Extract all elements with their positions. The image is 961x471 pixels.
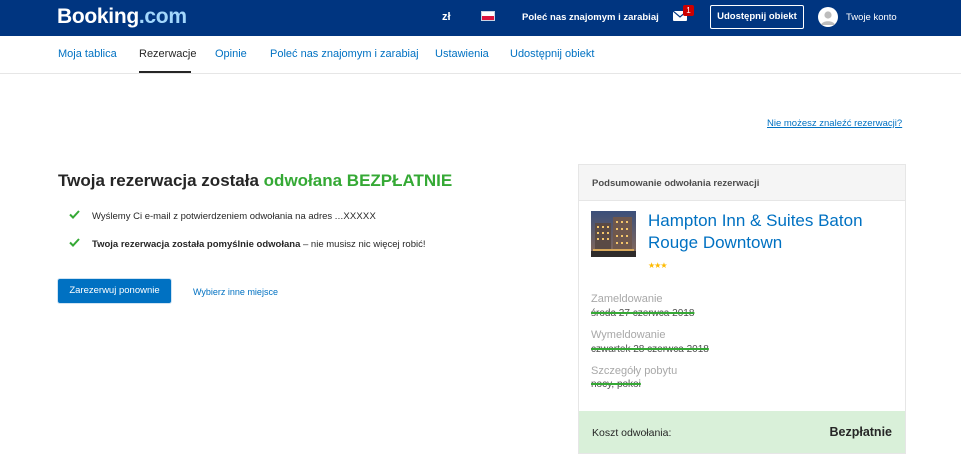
rebook-button[interactable]: Zarezerwuj ponownie bbox=[58, 279, 171, 303]
title-highlight: odwołana BEZPŁATNIE bbox=[263, 171, 453, 190]
page-title: Twoja rezerwacja została odwołana BEZPŁA… bbox=[58, 171, 452, 191]
tab-dashboard[interactable]: Moja tablica bbox=[58, 48, 117, 60]
currency-selector[interactable]: zł bbox=[442, 11, 451, 23]
checkout-label: Wymeldowanie bbox=[591, 329, 666, 341]
stay-details-value: nocy, pokoi bbox=[591, 379, 641, 390]
tab-list-property[interactable]: Udostępnij obiekt bbox=[510, 48, 594, 60]
title-prefix: Twoja rezerwacja została bbox=[58, 171, 264, 190]
fee-label: Koszt odwołania: bbox=[592, 427, 672, 439]
cancellation-summary-panel: Podsumowanie odwołania rezerwacji Hampto… bbox=[578, 164, 906, 454]
refer-friends-link[interactable]: Poleć nas znajomym i zarabiaj bbox=[522, 12, 659, 23]
panel-header: Podsumowanie odwołania rezerwacji bbox=[579, 165, 905, 201]
cancellation-fee-bar: Koszt odwołania: Bezpłatnie bbox=[579, 411, 905, 453]
stay-details-label: Szczegóły pobytu bbox=[591, 365, 678, 377]
tab-refer[interactable]: Poleć nas znajomym i zarabiaj bbox=[270, 48, 419, 60]
hotel-name-link[interactable]: Hampton Inn & Suites Baton Rouge Downtow… bbox=[648, 210, 898, 254]
account-nav: Moja tablica Rezerwacje Opinie Poleć nas… bbox=[0, 36, 961, 74]
masked-email: ...XXXXX bbox=[334, 211, 376, 222]
logo-main: Booking bbox=[57, 5, 139, 28]
booking-logo[interactable]: Booking.com bbox=[57, 5, 187, 29]
checkmark-icon bbox=[69, 238, 80, 247]
checkmark-icon bbox=[69, 210, 80, 219]
star-rating: ★★★ bbox=[648, 261, 667, 270]
success-text: Twoja rezerwacja została pomyślnie odwoł… bbox=[92, 239, 426, 250]
hotel-photo[interactable] bbox=[591, 211, 636, 257]
fee-value: Bezpłatnie bbox=[829, 425, 892, 439]
account-link[interactable]: Twoje konto bbox=[846, 12, 897, 23]
success-bold: Twoja rezerwacja została pomyślnie odwoł… bbox=[92, 239, 301, 250]
email-msg: Wyślemy Ci e-mail z potwierdzeniem odwoł… bbox=[92, 211, 335, 222]
avatar-icon[interactable] bbox=[818, 7, 838, 27]
top-header: Booking.com zł Poleć nas znajomym i zara… bbox=[0, 0, 961, 36]
mail-count-badge: 1 bbox=[683, 5, 694, 16]
tab-settings[interactable]: Ustawienia bbox=[435, 48, 489, 60]
list-property-button[interactable]: Udostępnij obiekt bbox=[710, 5, 804, 29]
checkin-value: środa 27 czerwca 2018 bbox=[591, 308, 695, 319]
checkout-value: czwartek 28 czerwca 2018 bbox=[591, 344, 709, 355]
tab-reservations[interactable]: Rezerwacje bbox=[139, 48, 196, 60]
language-flag-icon[interactable] bbox=[481, 11, 495, 21]
cant-find-reservation-link[interactable]: Nie możesz znaleźć rezerwacji? bbox=[767, 118, 902, 129]
logo-suffix: .com bbox=[138, 5, 187, 28]
success-rest: – nie musisz nic więcej robić! bbox=[300, 239, 426, 250]
email-confirmation-text: Wyślemy Ci e-mail z potwierdzeniem odwoł… bbox=[92, 211, 376, 222]
choose-other-place-link[interactable]: Wybierz inne miejsce bbox=[193, 287, 278, 297]
active-tab-indicator bbox=[139, 71, 191, 73]
panel-title: Podsumowanie odwołania rezerwacji bbox=[592, 178, 760, 189]
checkin-label: Zameldowanie bbox=[591, 293, 663, 305]
tab-reviews[interactable]: Opinie bbox=[215, 48, 247, 60]
